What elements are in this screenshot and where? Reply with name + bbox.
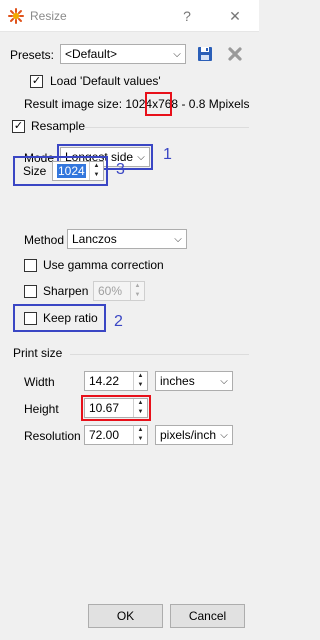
chevron-down-icon: ⌵ <box>220 375 228 387</box>
spin-down-icon[interactable]: ▼ <box>131 291 144 300</box>
load-defaults-label: Load 'Default values' <box>50 74 161 88</box>
resolution-unit-combo[interactable]: pixels/inch ⌵ <box>155 425 233 445</box>
method-label: Method <box>24 233 65 247</box>
chevron-down-icon: ⌵ <box>174 233 182 245</box>
print-size-separator <box>70 354 249 355</box>
size-value: 1024 <box>57 164 86 178</box>
spin-up-icon[interactable]: ▲ <box>134 399 147 408</box>
presets-value: <Default> <box>65 47 118 61</box>
annotation-red-box-result <box>145 92 172 116</box>
resolution-input[interactable]: 72.00 ▲ ▼ <box>84 425 148 445</box>
sharpen-value: 60% <box>98 284 123 298</box>
spin-up-icon[interactable]: ▲ <box>134 372 147 381</box>
height-value: 10.67 <box>89 401 120 415</box>
keep-ratio-checkbox[interactable] <box>24 312 37 325</box>
presets-combo[interactable]: <Default> ⌵ <box>60 44 186 64</box>
result-prefix: Result image size: 1024 <box>24 97 153 111</box>
spin-up-icon[interactable]: ▲ <box>134 426 147 435</box>
cancel-button[interactable]: Cancel <box>170 604 245 628</box>
sharpen-spinner[interactable]: ▲ ▼ <box>130 282 144 300</box>
annotation-number-3: 3 <box>116 161 125 178</box>
height-input[interactable]: 10.67 ▲ ▼ <box>84 398 148 418</box>
ok-button[interactable]: OK <box>88 604 163 628</box>
app-icon <box>8 8 24 24</box>
sharpen-input[interactable]: 60% ▲ ▼ <box>93 281 145 301</box>
width-unit-value: inches <box>160 374 195 388</box>
window-title: Resize <box>30 9 67 23</box>
chevron-down-icon: ⌵ <box>220 429 228 441</box>
height-spinner[interactable]: ▲ ▼ <box>133 399 147 417</box>
chevron-down-icon: ⌵ <box>173 48 181 60</box>
spin-down-icon[interactable]: ▼ <box>134 408 147 417</box>
resolution-unit-value: pixels/inch <box>160 428 216 442</box>
load-defaults-checkbox[interactable]: ✓ <box>30 75 43 88</box>
size-label: Size <box>23 164 47 178</box>
delete-x-icon[interactable] <box>226 45 244 63</box>
size-spinner[interactable]: ▲ ▼ <box>89 162 103 180</box>
sharpen-label: Sharpen <box>43 284 89 298</box>
resolution-spinner[interactable]: ▲ ▼ <box>133 426 147 444</box>
result-suffix: - 0.8 Mpixels <box>178 97 250 111</box>
width-label: Width <box>24 375 55 389</box>
resample-label: Resample <box>31 119 86 133</box>
method-value: Lanczos <box>72 232 117 246</box>
size-input[interactable]: 1024 ▲ ▼ <box>52 161 104 181</box>
spin-up-icon[interactable]: ▲ <box>90 162 103 171</box>
resample-checkbox[interactable]: ✓ <box>12 120 25 133</box>
sharpen-checkbox[interactable] <box>24 285 37 298</box>
presets-label: Presets: <box>10 48 55 62</box>
help-button[interactable]: ? <box>177 6 197 26</box>
width-input[interactable]: 14.22 ▲ ▼ <box>84 371 148 391</box>
print-size-label: Print size <box>13 346 63 360</box>
width-spinner[interactable]: ▲ ▼ <box>133 372 147 390</box>
gamma-label: Use gamma correction <box>43 258 164 272</box>
close-button[interactable]: ✕ <box>225 6 245 26</box>
method-combo[interactable]: Lanczos ⌵ <box>67 229 187 249</box>
gamma-checkbox[interactable] <box>24 259 37 272</box>
annotation-number-1: 1 <box>163 146 172 163</box>
width-unit-combo[interactable]: inches ⌵ <box>155 371 233 391</box>
chevron-down-icon: ⌵ <box>137 151 145 163</box>
spin-up-icon[interactable]: ▲ <box>131 282 144 291</box>
spin-down-icon[interactable]: ▼ <box>134 381 147 390</box>
resolution-label: Resolution <box>24 429 81 443</box>
resample-separator <box>84 127 249 128</box>
floppy-disk-icon[interactable] <box>196 45 214 63</box>
resolution-value: 72.00 <box>89 428 120 442</box>
annotation-number-2: 2 <box>114 313 123 330</box>
height-label: Height <box>24 402 59 416</box>
result-image-size: Result image size: 1024x768 - 0.8 Mpixel… <box>24 97 249 111</box>
spin-down-icon[interactable]: ▼ <box>90 171 103 180</box>
width-value: 14.22 <box>89 374 120 388</box>
keep-ratio-label: Keep ratio <box>43 311 98 325</box>
spin-down-icon[interactable]: ▼ <box>134 435 147 444</box>
